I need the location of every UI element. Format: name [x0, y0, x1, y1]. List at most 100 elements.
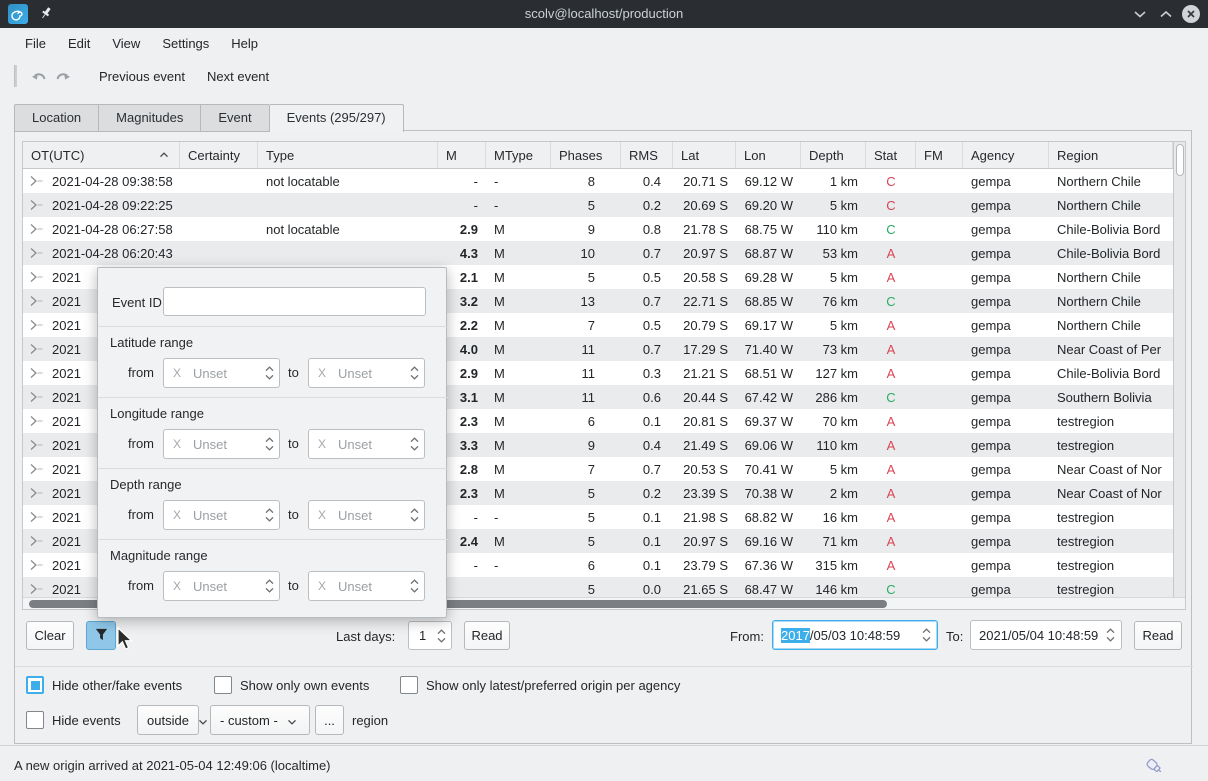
cell-mtype: M [486, 337, 551, 361]
column-header-mtype[interactable]: MType [486, 142, 551, 168]
from-datetime-spinbox[interactable]: 2017/05/03 10:48:59 [772, 620, 938, 650]
spinner-arrows-icon[interactable] [410, 366, 419, 380]
maximize-button[interactable] [1156, 5, 1176, 23]
clear-value-icon[interactable]: X [318, 579, 326, 593]
menu-settings[interactable]: Settings [151, 32, 220, 55]
longitude-range-from-spinbox[interactable]: XUnset [163, 429, 280, 459]
to-datetime-spinbox[interactable]: 2021/05/04 10:48:59 [970, 620, 1122, 650]
previous-event-button[interactable]: Previous event [89, 64, 195, 89]
menu-help[interactable]: Help [220, 32, 269, 55]
tab-location[interactable]: Location [14, 104, 98, 132]
show-latest-origin-checkbox[interactable]: Show only latest/preferred origin per ag… [400, 676, 680, 694]
column-header-ot[interactable]: OT(UTC) [23, 142, 180, 168]
redo-arrow-icon[interactable] [51, 64, 77, 88]
close-button[interactable] [1182, 5, 1200, 23]
expand-arrow-icon[interactable] [29, 439, 45, 451]
depth-range-to-spinbox[interactable]: XUnset [308, 500, 425, 530]
hide-other-fake-checkbox[interactable]: Hide other/fake events [26, 676, 182, 694]
vertical-scrollbar-thumb[interactable] [1176, 144, 1184, 176]
pin-icon[interactable] [38, 5, 56, 23]
read-last-days-button[interactable]: Read [464, 621, 510, 650]
event-id-input[interactable] [163, 287, 426, 316]
expand-arrow-icon[interactable] [29, 367, 45, 379]
clear-value-icon[interactable]: X [318, 366, 326, 380]
column-header-lat[interactable]: Lat [673, 142, 736, 168]
column-header-depth[interactable]: Depth [801, 142, 866, 168]
clear-value-icon[interactable]: X [318, 508, 326, 522]
menu-view[interactable]: View [101, 32, 151, 55]
expand-arrow-icon[interactable] [29, 463, 45, 475]
expand-arrow-icon[interactable] [29, 535, 45, 547]
longitude-range-to-spinbox[interactable]: XUnset [308, 429, 425, 459]
expand-arrow-icon[interactable] [29, 343, 45, 355]
table-row[interactable]: 2021-04-28 09:22:25--50.220.69 S69.20 W5… [23, 193, 1173, 217]
column-header-lon[interactable]: Lon [736, 142, 801, 168]
column-header-fm[interactable]: FM [916, 142, 963, 168]
column-header-phases[interactable]: Phases [551, 142, 621, 168]
region-more-button[interactable]: ... [315, 705, 344, 735]
spinner-arrows-icon[interactable] [410, 437, 419, 451]
expand-arrow-icon[interactable] [29, 175, 45, 187]
menu-file[interactable]: File [14, 32, 57, 55]
vertical-scrollbar[interactable] [1173, 142, 1185, 597]
undo-arrow-icon[interactable] [25, 64, 51, 88]
tab-event[interactable]: Event [200, 104, 268, 132]
table-row[interactable]: 2021-04-28 06:27:58not locatable2.9M90.8… [23, 217, 1173, 241]
depth-range-from-spinbox[interactable]: XUnset [163, 500, 280, 530]
latitude-range-from-spinbox[interactable]: XUnset [163, 358, 280, 388]
magnitude-range-from-spinbox[interactable]: XUnset [163, 571, 280, 601]
column-header-certainty[interactable]: Certainty [180, 142, 258, 168]
expand-arrow-icon[interactable] [29, 415, 45, 427]
spinner-arrows-icon[interactable] [265, 437, 274, 451]
magnitude-range-to-spinbox[interactable]: XUnset [308, 571, 425, 601]
clear-value-icon[interactable]: X [173, 579, 181, 593]
expand-arrow-icon[interactable] [29, 271, 45, 283]
expand-arrow-icon[interactable] [29, 559, 45, 571]
region-preset-dropdown[interactable]: - custom - [210, 705, 310, 735]
spinner-arrows-icon[interactable] [410, 579, 419, 593]
column-header-agency[interactable]: Agency [963, 142, 1049, 168]
spinner-arrows-icon[interactable] [437, 629, 446, 643]
tab-magnitudes[interactable]: Magnitudes [98, 104, 200, 132]
table-row[interactable]: 2021-04-28 09:38:58not locatable--80.420… [23, 169, 1173, 193]
toolbar-handle-icon[interactable] [14, 65, 17, 87]
spinner-arrows-icon[interactable] [1106, 628, 1115, 642]
clear-value-icon[interactable]: X [173, 508, 181, 522]
hide-events-checkbox[interactable]: Hide events [26, 711, 121, 729]
clear-value-icon[interactable]: X [173, 366, 181, 380]
next-event-button[interactable]: Next event [197, 64, 279, 89]
spinner-arrows-icon[interactable] [265, 366, 274, 380]
cell-rms: 0.2 [621, 481, 673, 505]
expand-arrow-icon[interactable] [29, 319, 45, 331]
expand-arrow-icon[interactable] [29, 391, 45, 403]
spinner-arrows-icon[interactable] [410, 508, 419, 522]
expand-arrow-icon[interactable] [29, 583, 45, 595]
table-row[interactable]: 2021-04-28 06:20:434.3M100.720.97 S68.87… [23, 241, 1173, 265]
minimize-button[interactable] [1130, 5, 1150, 23]
expand-arrow-icon[interactable] [29, 247, 45, 259]
filter-toggle-button[interactable] [86, 621, 116, 650]
outside-dropdown[interactable]: outside [137, 705, 199, 735]
clear-button[interactable]: Clear [26, 621, 74, 650]
column-header-region[interactable]: Region [1049, 142, 1173, 168]
show-own-events-checkbox[interactable]: Show only own events [214, 676, 369, 694]
clear-value-icon[interactable]: X [173, 437, 181, 451]
expand-arrow-icon[interactable] [29, 199, 45, 211]
expand-arrow-icon[interactable] [29, 223, 45, 235]
column-header-m[interactable]: M [438, 142, 486, 168]
spinner-arrows-icon[interactable] [922, 628, 931, 642]
column-header-type[interactable]: Type [258, 142, 438, 168]
expand-arrow-icon[interactable] [29, 511, 45, 523]
spinner-arrows-icon[interactable] [265, 508, 274, 522]
menu-edit[interactable]: Edit [57, 32, 101, 55]
clear-value-icon[interactable]: X [318, 437, 326, 451]
latitude-range-to-spinbox[interactable]: XUnset [308, 358, 425, 388]
expand-arrow-icon[interactable] [29, 295, 45, 307]
tab-events-295-297[interactable]: Events (295/297) [269, 104, 404, 132]
column-header-rms[interactable]: RMS [621, 142, 673, 168]
column-header-stat[interactable]: Stat [866, 142, 916, 168]
expand-arrow-icon[interactable] [29, 487, 45, 499]
spinner-arrows-icon[interactable] [265, 579, 274, 593]
read-range-button[interactable]: Read [1134, 621, 1182, 650]
last-days-spinbox[interactable]: 1 [408, 621, 452, 650]
